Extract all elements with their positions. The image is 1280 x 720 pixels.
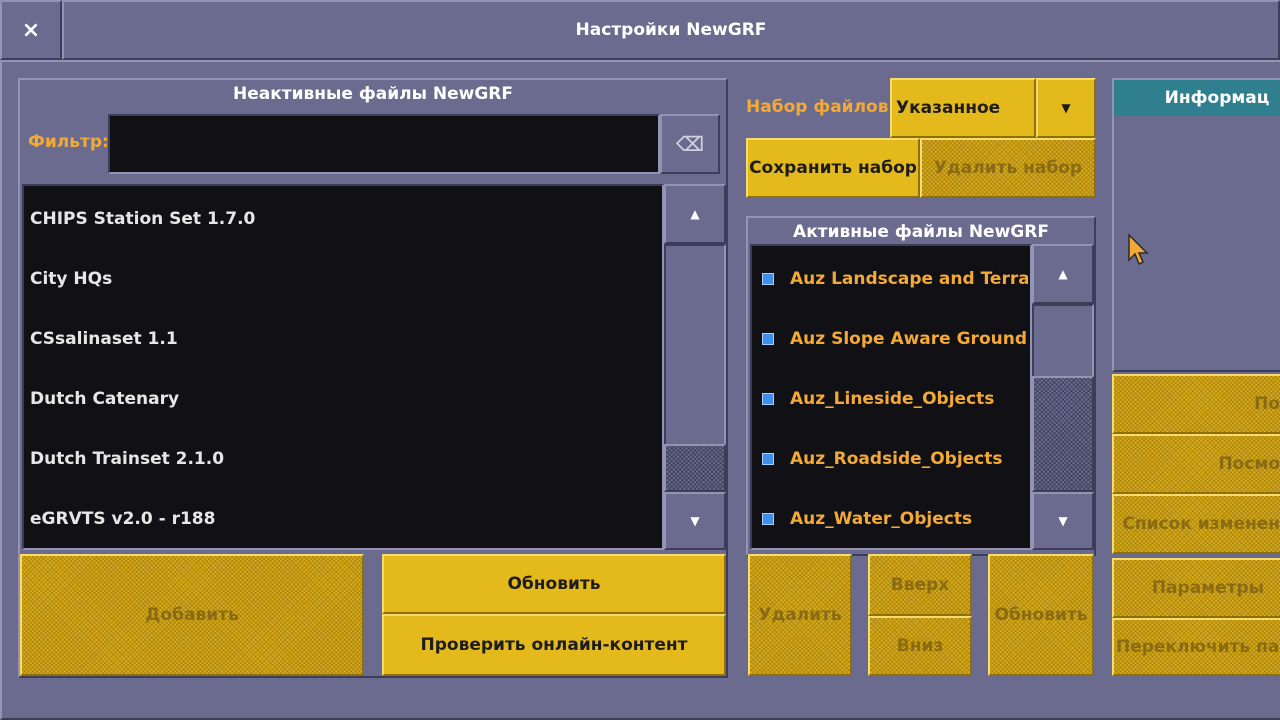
status-square-icon: [762, 273, 774, 285]
clear-filter-button[interactable]: ⌫: [660, 114, 720, 174]
active-scroll-down-button[interactable]: ▼: [1032, 492, 1094, 550]
list-item[interactable]: CSsalinaset 1.1: [26, 309, 660, 369]
toggle-palette-button[interactable]: Переключить пал: [1112, 618, 1280, 676]
list-item[interactable]: Dutch Catenary: [26, 369, 660, 429]
list-item[interactable]: CHIPS Station Set 1.7.0: [26, 189, 660, 249]
filter-input[interactable]: [108, 114, 660, 174]
remove-button[interactable]: Удалить: [748, 554, 852, 676]
list-item[interactable]: City HQs: [26, 249, 660, 309]
active-scrollbar-thumb[interactable]: [1032, 376, 1094, 492]
move-down-button[interactable]: Вниз: [868, 616, 972, 676]
delete-preset-button[interactable]: Удалить набор: [920, 138, 1096, 198]
close-button[interactable]: ×: [0, 0, 62, 60]
info-panel: [1112, 78, 1280, 372]
active-scroll-up-button[interactable]: ▲: [1032, 244, 1094, 304]
list-item[interactable]: Dutch Trainset 2.1.0: [26, 429, 660, 489]
preset-label: Набор файлов:: [746, 97, 896, 117]
arrow-down-icon: ▼: [690, 514, 700, 528]
inactive-scroll-up-button[interactable]: ▲: [664, 184, 726, 244]
info-button-1[interactable]: По: [1112, 374, 1280, 434]
preset-selected-value: Указанное: [896, 98, 1001, 118]
parameters-button[interactable]: Параметры: [1112, 558, 1280, 618]
info-header: Информац: [1114, 80, 1280, 116]
filter-label: Фильтр:: [28, 132, 109, 152]
info-button-2[interactable]: Посмо: [1112, 434, 1280, 494]
arrow-down-icon: ▼: [1058, 514, 1068, 528]
arrow-up-icon: ▲: [690, 207, 700, 221]
title-bar: Настройки NewGRF: [62, 0, 1280, 60]
list-item[interactable]: Auz Landscape and Terrai...: [754, 249, 1028, 309]
backspace-icon: ⌫: [675, 132, 705, 156]
list-item[interactable]: Auz_Water_Objects: [754, 489, 1028, 549]
info-title: Информац: [1164, 88, 1270, 108]
mouse-cursor-icon: [1128, 234, 1149, 266]
list-item[interactable]: Auz Slope Aware Ground ...: [754, 309, 1028, 369]
chevron-down-icon: ▼: [1061, 101, 1071, 115]
check-online-content-button[interactable]: Проверить онлайн-контент: [382, 614, 726, 676]
active-list[interactable]: Auz Landscape and Terrai... Auz Slope Aw…: [750, 244, 1032, 550]
refresh-button[interactable]: Обновить: [382, 554, 726, 614]
inactive-scrollbar-thumb[interactable]: [664, 444, 726, 492]
apply-button[interactable]: Обновить: [988, 554, 1094, 676]
inactive-panel-title: Неактивные файлы NewGRF: [233, 84, 513, 104]
inactive-scroll-down-button[interactable]: ▼: [664, 492, 726, 550]
status-square-icon: [762, 513, 774, 525]
list-item[interactable]: eGRVTS v2.0 - r188: [26, 489, 660, 549]
status-square-icon: [762, 453, 774, 465]
status-square-icon: [762, 333, 774, 345]
inactive-list[interactable]: CHIPS Station Set 1.7.0 City HQs CSsalin…: [22, 184, 664, 550]
add-button[interactable]: Добавить: [20, 554, 364, 676]
preset-dropdown-toggle[interactable]: ▼: [1036, 78, 1096, 138]
active-panel-title: Активные файлы NewGRF: [793, 222, 1049, 242]
list-item[interactable]: Auz_Roadside_Objects: [754, 429, 1028, 489]
arrow-up-icon: ▲: [1058, 267, 1068, 281]
close-icon: ×: [21, 17, 41, 43]
preset-dropdown[interactable]: Указанное: [890, 78, 1036, 138]
save-preset-button[interactable]: Сохранить набор: [746, 138, 920, 198]
list-item[interactable]: Auz_Lineside_Objects: [754, 369, 1028, 429]
move-up-button[interactable]: Вверх: [868, 554, 972, 616]
status-square-icon: [762, 393, 774, 405]
changelog-button[interactable]: Список изменен: [1112, 494, 1280, 554]
window-title: Настройки NewGRF: [575, 20, 767, 40]
